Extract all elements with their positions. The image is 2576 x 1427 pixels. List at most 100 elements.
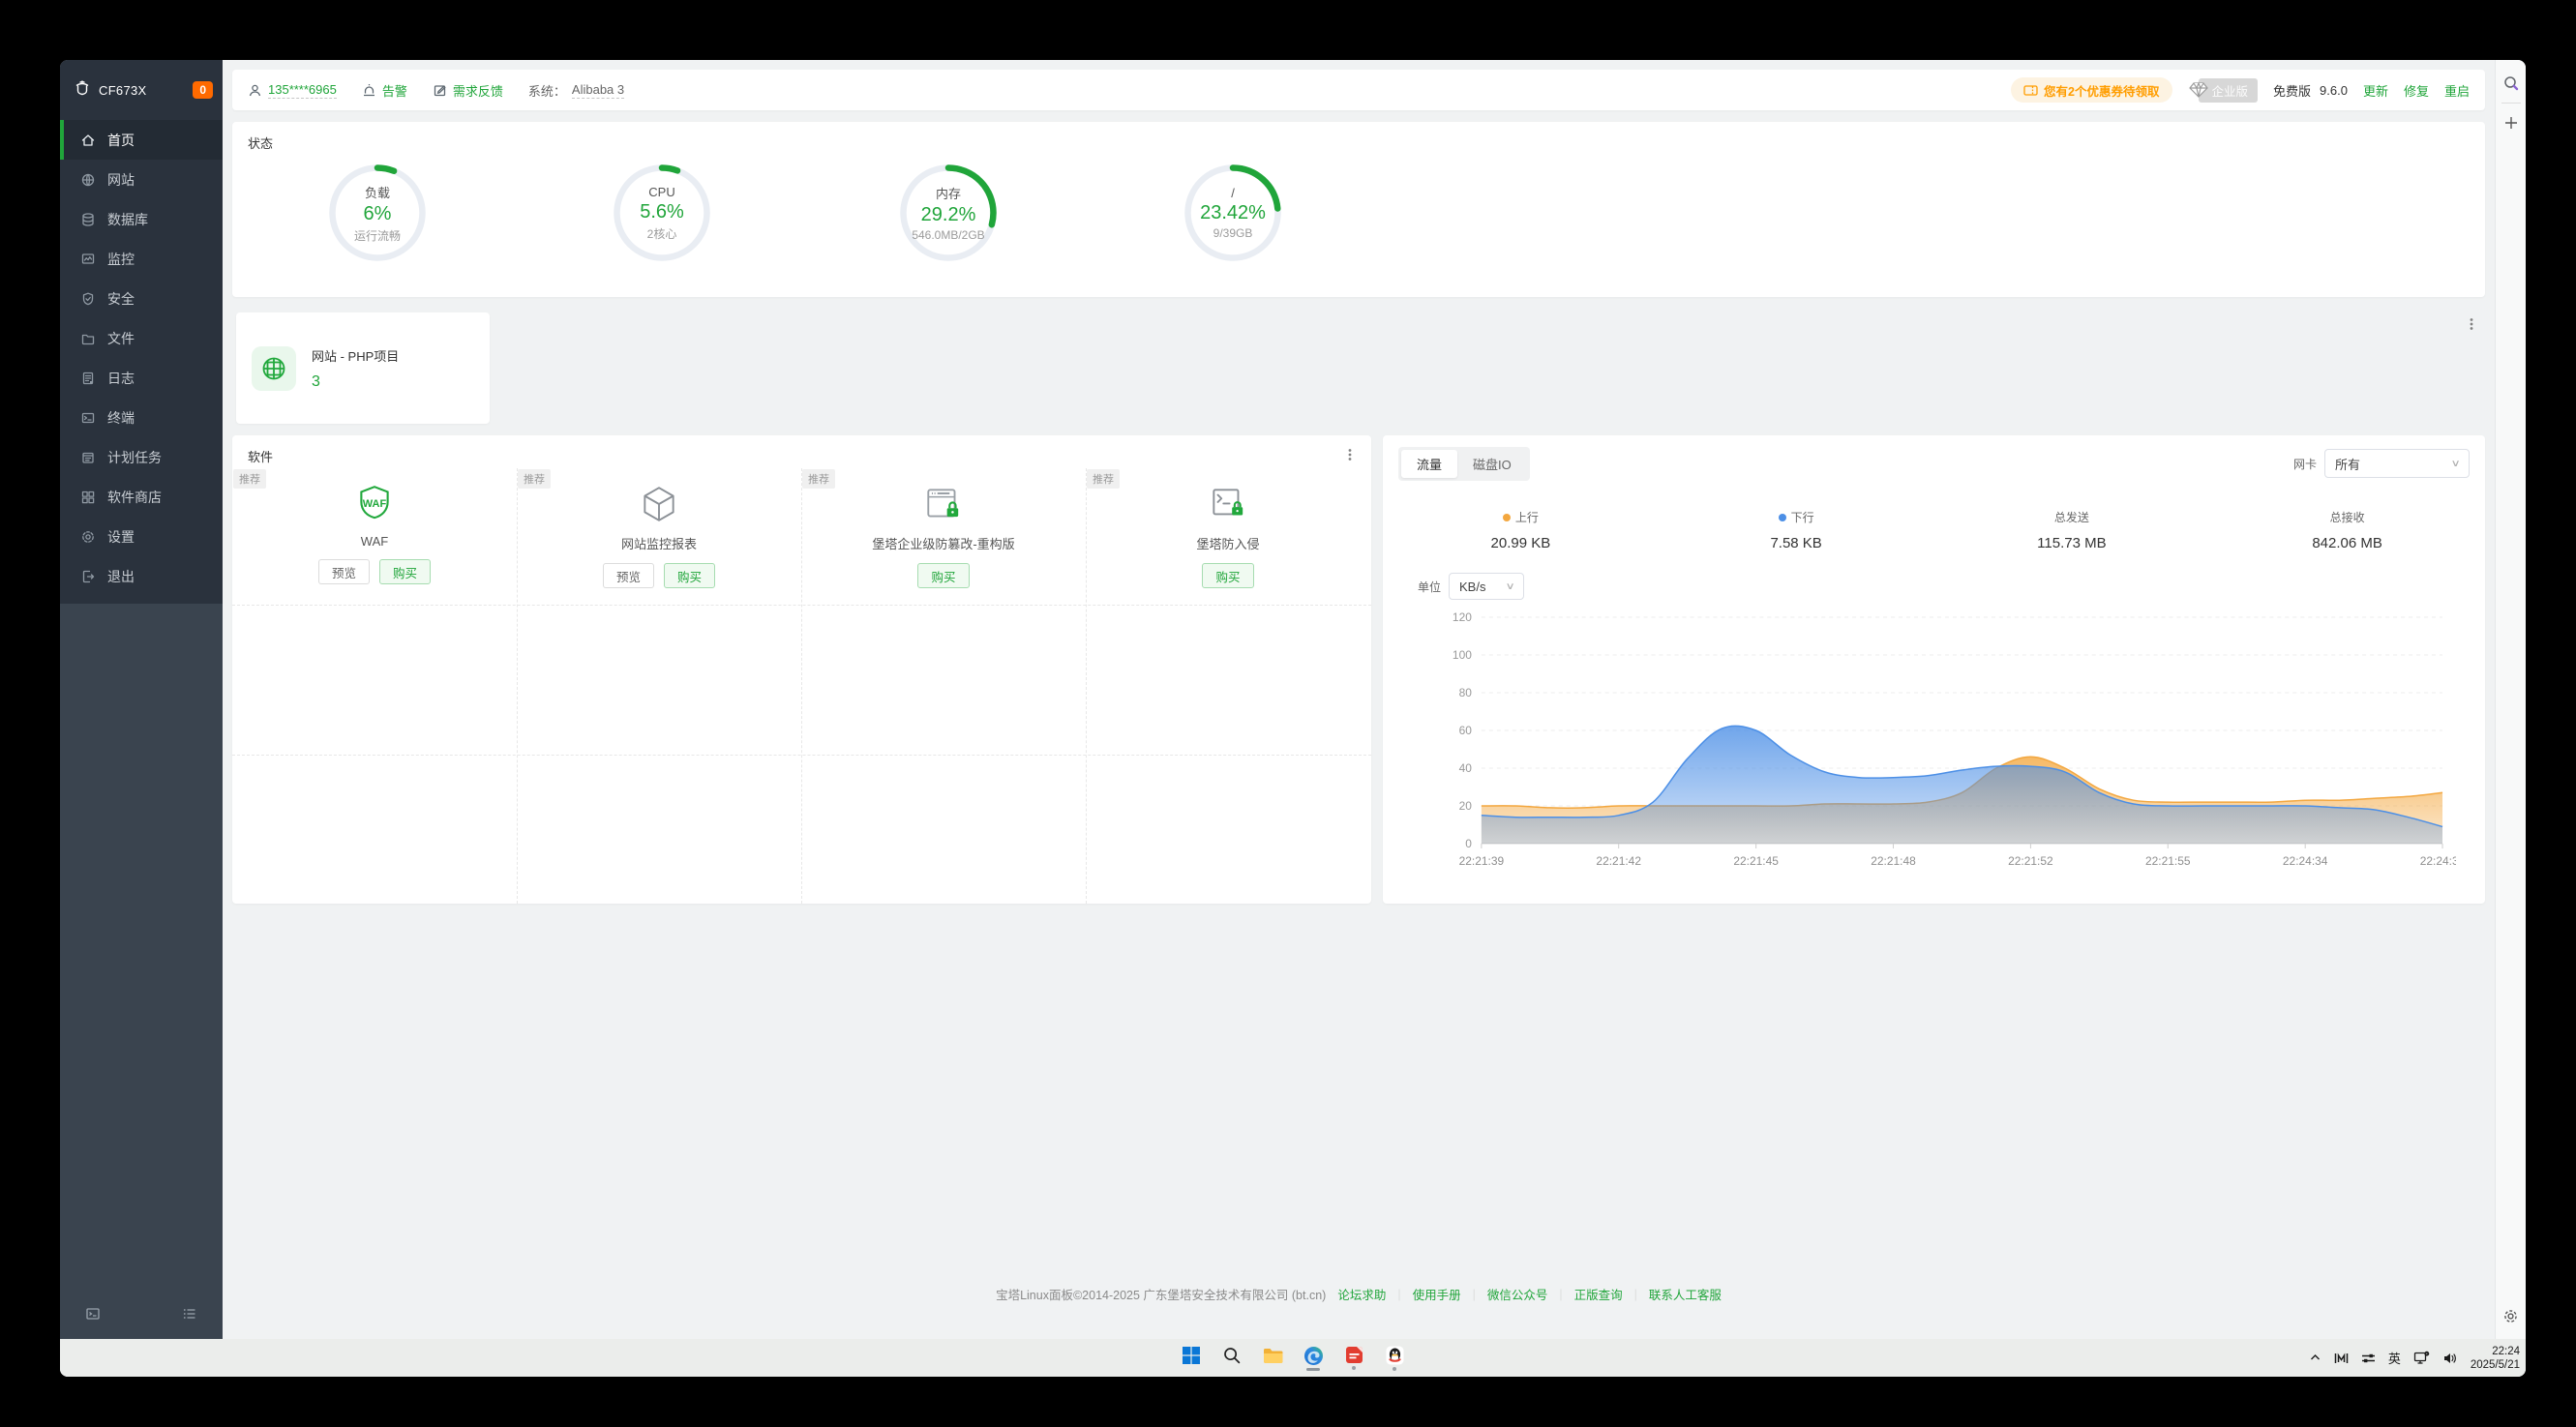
site-overview-card[interactable]: 网站 - PHP项目 3	[236, 312, 490, 424]
traffic-stat-2: 总发送 115.73 MB	[1934, 509, 2210, 551]
sidebar-item-calendar[interactable]: 计划任务	[60, 437, 223, 477]
terminal-lock-icon	[1207, 482, 1249, 526]
network-icon[interactable]	[2413, 1351, 2430, 1365]
update-link[interactable]: 更新	[2363, 81, 2388, 100]
traffic-stat-0: 上行 20.99 KB	[1383, 509, 1659, 551]
status-title: 状态	[248, 134, 273, 152]
topbar-right: 您有2个优惠券待领取 企业版 免费版 9.6.0 更新 修复 重启	[2011, 77, 2470, 103]
database-icon	[80, 212, 96, 227]
legend-dot	[1779, 514, 1786, 521]
tray-chevron-up-icon[interactable]	[2309, 1352, 2321, 1364]
user-account[interactable]: 135****6965	[248, 82, 337, 99]
sidebar-item-monitor[interactable]: 监控	[60, 239, 223, 279]
edge-browser-icon[interactable]	[1300, 1342, 1327, 1375]
preview-button[interactable]: 预览	[603, 563, 654, 588]
footer-link-4[interactable]: 联系人工客服	[1649, 1285, 1722, 1303]
svg-text:0: 0	[1465, 837, 1472, 850]
sidebar-item-database[interactable]: 数据库	[60, 199, 223, 239]
software-panel: 软件 推荐 WAF WAF 预览购买推荐 网站监控报表 预览购买推荐 堡塔企业级…	[232, 435, 1371, 904]
nic-select[interactable]: 所有 ∨	[2324, 449, 2470, 478]
feedback-link[interactable]: 需求反馈	[433, 81, 503, 100]
sidebar-item-terminal[interactable]: 终端	[60, 398, 223, 437]
sidebar-item-label: 设置	[107, 527, 135, 547]
footer-link-0[interactable]: 论坛求助	[1337, 1285, 1386, 1303]
buy-button[interactable]: 购买	[664, 563, 715, 588]
taskbar-tray: 英 22:24 2025/5/21	[2309, 1339, 2520, 1377]
logout-icon	[80, 569, 96, 584]
status-gauge-1: CPU 5.6% 2核心	[612, 163, 712, 263]
clock-date: 2025/5/21	[2471, 1358, 2520, 1372]
status-gauge-2: 内存 29.2% 546.0MB/2GB	[898, 163, 999, 263]
tray-input-app-icon[interactable]	[2334, 1352, 2349, 1365]
add-icon[interactable]	[2501, 113, 2521, 133]
buy-button[interactable]: 购买	[379, 559, 431, 584]
repair-link[interactable]: 修复	[2404, 81, 2429, 100]
chevron-down-icon: ∨	[1505, 581, 1514, 592]
restart-link[interactable]: 重启	[2444, 81, 2470, 100]
footer-link-3[interactable]: 正版查询	[1574, 1285, 1623, 1303]
recommend-badge: 推荐	[233, 469, 266, 489]
footer-separator: |	[1397, 1288, 1400, 1301]
qq-app-icon[interactable]	[1381, 1342, 1408, 1375]
app-running-indicator	[1393, 1367, 1396, 1371]
unit-selector: 单位 KB/s ∨	[1418, 573, 1524, 600]
shield-check-icon	[80, 291, 96, 307]
buy-button[interactable]: 购买	[917, 563, 969, 588]
input-language-indicator[interactable]: 英	[2388, 1349, 2401, 1367]
unit-select[interactable]: KB/s ∨	[1449, 573, 1524, 600]
coupon-banner[interactable]: 您有2个优惠券待领取	[2011, 77, 2172, 103]
preview-button[interactable]: 预览	[318, 559, 370, 584]
system-info[interactable]: 系统： Alibaba 3	[528, 81, 624, 100]
tab-disk-io[interactable]: 磁盘IO	[1457, 450, 1527, 478]
sidebar-item-grid[interactable]: 软件商店	[60, 477, 223, 517]
buy-button[interactable]: 购买	[1202, 563, 1253, 588]
svg-text:22:24:34: 22:24:34	[2283, 854, 2328, 868]
traffic-stat-3: 总接收 842.06 MB	[2209, 509, 2485, 551]
message-count-badge[interactable]: 0	[193, 81, 213, 99]
gear-icon[interactable]	[2501, 1306, 2521, 1325]
sidebar-item-log[interactable]: 日志	[60, 358, 223, 398]
page-footer: 宝塔Linux面板©2014-2025 广东堡塔安全技术有限公司 (bt.cn)…	[223, 1285, 2495, 1303]
sidebar-item-logout[interactable]: 退出	[60, 556, 223, 596]
traffic-chart: 02040608010012022:21:3922:21:4222:21:452…	[1412, 606, 2456, 888]
tray-sliders-icon[interactable]	[2361, 1352, 2376, 1365]
site-card-value: 3	[312, 373, 399, 391]
dock-console-icon[interactable]	[83, 1304, 103, 1323]
footer-separator: |	[1559, 1288, 1562, 1301]
tab-traffic[interactable]: 流量	[1401, 450, 1457, 478]
dock-list-icon[interactable]	[180, 1304, 199, 1323]
svg-text:WAF: WAF	[363, 498, 387, 510]
brand: CF673X 0	[60, 60, 223, 120]
sidebar-item-home[interactable]: 首页	[60, 120, 223, 160]
software-more-icon[interactable]	[1340, 445, 1360, 464]
sidebar-item-globe[interactable]: 网站	[60, 160, 223, 199]
sidebar-item-folder[interactable]: 文件	[60, 318, 223, 358]
rail-gear-wrap	[2496, 1306, 2526, 1325]
globe-icon	[80, 172, 96, 188]
stat-label: 总发送	[2054, 509, 2089, 525]
gauge-sub: 546.0MB/2GB	[912, 228, 984, 242]
taskbar-search-icon[interactable]	[1218, 1342, 1245, 1375]
footer-link-2[interactable]: 微信公众号	[1487, 1285, 1548, 1303]
file-explorer-icon[interactable]	[1259, 1342, 1286, 1375]
search-icon[interactable]	[2501, 74, 2521, 93]
taskbar-clock[interactable]: 22:24 2025/5/21	[2471, 1345, 2520, 1372]
windows-start-icon[interactable]	[1178, 1342, 1205, 1375]
terminal-icon	[80, 410, 96, 426]
sidebar-item-label: 首页	[107, 131, 135, 150]
enterprise-badge[interactable]: 企业版	[2188, 78, 2259, 103]
red-office-app-icon[interactable]	[1340, 1342, 1367, 1375]
feedback-icon	[433, 83, 447, 98]
status-gauge-3: / 23.42% 9/39GB	[1183, 163, 1283, 263]
sidebar-item-label: 日志	[107, 369, 135, 388]
sidebar-item-gear[interactable]: 设置	[60, 517, 223, 556]
panels-row: 软件 推荐 WAF WAF 预览购买推荐 网站监控报表 预览购买推荐 堡塔企业级…	[232, 435, 2485, 904]
overview-more-icon[interactable]	[2462, 314, 2481, 334]
svg-text:40: 40	[1459, 761, 1473, 775]
sidebar-item-shield-check[interactable]: 安全	[60, 279, 223, 318]
traffic-tabs: 流量 磁盘IO	[1398, 447, 1530, 481]
footer-link-1[interactable]: 使用手册	[1413, 1285, 1461, 1303]
alarm-link[interactable]: 告警	[362, 81, 407, 100]
brand-name: CF673X	[99, 83, 147, 98]
volume-icon[interactable]	[2442, 1352, 2458, 1365]
